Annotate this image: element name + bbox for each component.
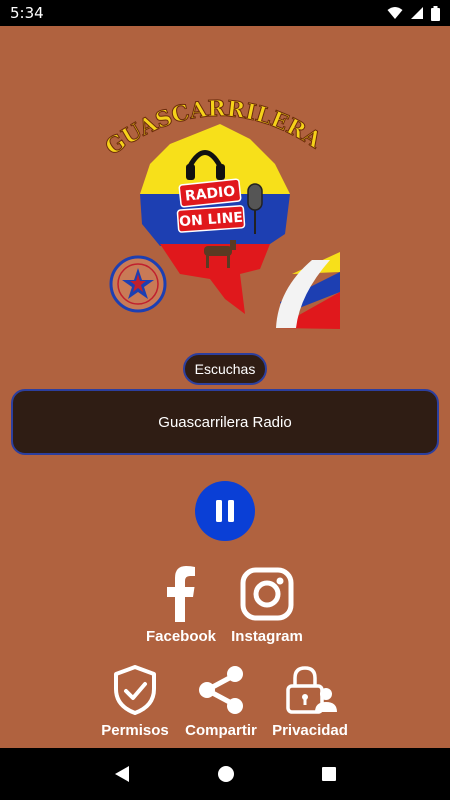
recents-icon[interactable]: [321, 766, 337, 782]
instagram-icon: [240, 567, 294, 621]
status-bar: 5:34: [0, 0, 450, 26]
share-icon: [199, 666, 243, 714]
listeners-pill: Escuchas: [183, 353, 267, 385]
station-name: Guascarrilera Radio: [158, 413, 292, 431]
privacidad-button[interactable]: Privacidad: [272, 664, 348, 739]
now-playing-panel: Guascarrilera Radio: [11, 389, 439, 455]
status-time: 5:34: [10, 4, 44, 22]
wifi-icon: [387, 7, 403, 19]
signal-icon: [411, 7, 423, 19]
compartir-label: Compartir: [185, 722, 257, 739]
app-screen: GUASCARRILERA RADIO ON LINE Escuchas Gua…: [0, 26, 450, 748]
facebook-button[interactable]: Facebook: [146, 566, 216, 645]
permisos-label: Permisos: [101, 722, 169, 739]
shield-check-icon: [114, 665, 156, 715]
instagram-button[interactable]: Instagram: [230, 566, 304, 645]
lock-user-icon: [286, 666, 337, 714]
privacidad-label: Privacidad: [272, 722, 348, 739]
home-icon[interactable]: [217, 765, 235, 783]
facebook-label: Facebook: [145, 628, 217, 645]
seal-logo: [109, 255, 167, 313]
flag-corner: [276, 252, 340, 329]
battery-icon: [431, 5, 440, 21]
instagram-label: Instagram: [231, 628, 303, 645]
station-logo: GUASCARRILERA RADIO ON LINE: [100, 84, 350, 334]
facebook-icon: [167, 566, 195, 622]
listeners-label: Escuchas: [194, 361, 256, 377]
nav-bar: [0, 748, 450, 800]
pause-button[interactable]: [195, 481, 255, 541]
permisos-button[interactable]: Permisos: [100, 664, 170, 739]
status-icons: [387, 5, 440, 21]
back-icon[interactable]: [113, 765, 131, 783]
pause-icon: [216, 500, 234, 522]
compartir-button[interactable]: Compartir: [184, 664, 258, 739]
